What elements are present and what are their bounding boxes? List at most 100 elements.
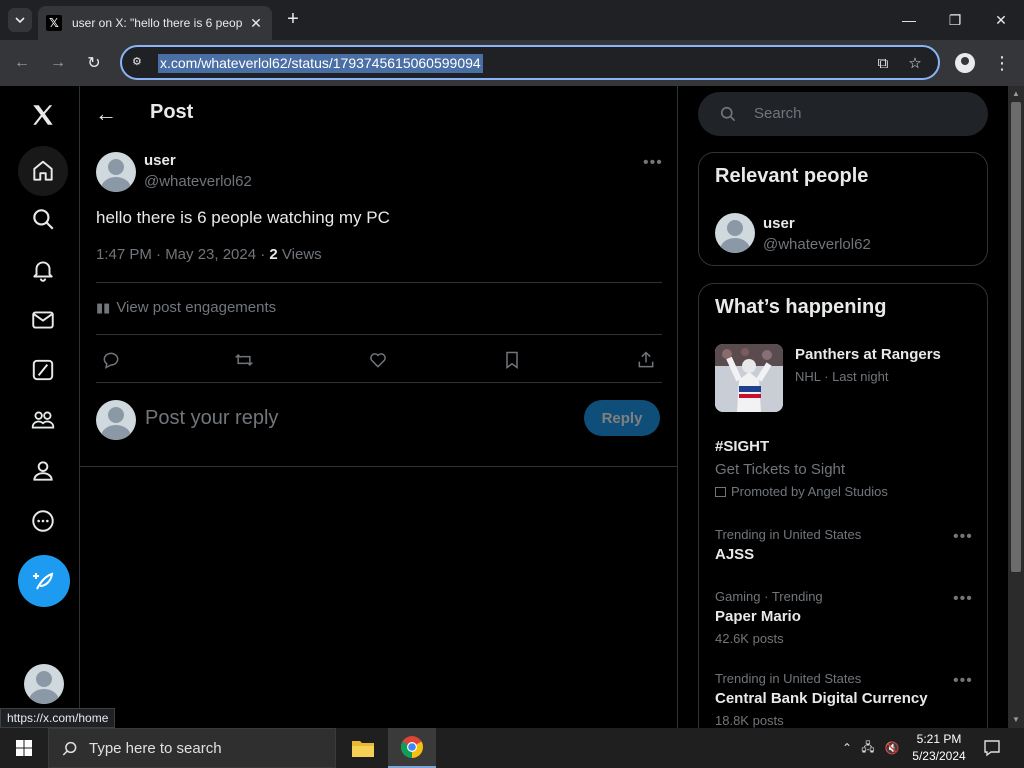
trend-title[interactable]: AJSS	[715, 546, 754, 563]
trend-title[interactable]: Central Bank Digital Currency	[715, 690, 928, 707]
show-hidden-icons[interactable]: ⌃	[838, 741, 856, 755]
browser-tab[interactable]: 𝕏 user on X: "hello there is 6 peop ✕	[38, 6, 272, 40]
scrollbar-thumb[interactable]	[1011, 102, 1021, 572]
page-scrollbar[interactable]: ▲ ▼	[1008, 86, 1024, 728]
chrome-icon	[401, 736, 423, 758]
search-box[interactable]: Search	[698, 92, 988, 136]
address-bar[interactable]: ⚙ x.com/whateverlol62/status/17937456150…	[120, 45, 940, 80]
file-explorer-button[interactable]	[339, 728, 387, 768]
author-name[interactable]: user	[144, 152, 176, 169]
nav-more[interactable]	[18, 496, 68, 546]
share-action[interactable]	[634, 348, 658, 372]
engagements-label: View post engagements	[116, 299, 277, 316]
tab-search-button[interactable]	[8, 8, 32, 32]
window-close-button[interactable]: ✕	[978, 0, 1024, 40]
right-sidebar: Search Relevant people user @whateverlol…	[698, 86, 988, 728]
scroll-down-icon[interactable]: ▼	[1008, 712, 1024, 726]
divider	[96, 282, 662, 283]
forward-button[interactable]: →	[46, 51, 70, 75]
clock-time: 5:21 PM	[916, 732, 962, 746]
reload-button[interactable]: ↻	[82, 51, 106, 75]
nav-explore[interactable]	[18, 194, 68, 244]
post-header: ← Post	[80, 86, 678, 142]
view-engagements-link[interactable]: ▮▮ View post engagements	[96, 299, 276, 316]
account-avatar[interactable]	[24, 664, 64, 704]
compose-post-button[interactable]	[18, 555, 70, 607]
reply-input[interactable]: Post your reply	[145, 407, 278, 430]
promoted-by-text: Promoted by Angel Studios	[731, 484, 888, 499]
whats-happening-card: What’s happening Panthers at Rangers NHL…	[698, 283, 988, 728]
reply-button[interactable]: Reply	[584, 400, 660, 436]
author-avatar[interactable]	[96, 152, 136, 192]
repost-icon	[235, 353, 253, 367]
main-column: ← Post user @whateverlol62 ••• hello the…	[79, 86, 678, 728]
post-more-icon[interactable]: •••	[643, 154, 663, 172]
nav-messages[interactable]	[18, 295, 68, 345]
grok-icon	[32, 359, 54, 381]
divider	[96, 334, 662, 335]
promo-title[interactable]: #SIGHT	[715, 438, 769, 455]
x-logo-icon	[33, 105, 53, 125]
trend-title[interactable]: Paper Mario	[715, 608, 801, 625]
trend-more-icon[interactable]: •••	[953, 590, 973, 608]
scroll-up-icon[interactable]: ▲	[1008, 86, 1024, 100]
chrome-taskbar-button[interactable]	[388, 728, 436, 768]
nav-profile[interactable]	[18, 446, 68, 496]
url-text[interactable]: x.com/whateverlol62/status/1793745615060…	[158, 54, 483, 73]
trend-more-icon[interactable]: •••	[953, 528, 973, 546]
back-button[interactable]: ←	[10, 51, 34, 75]
taskbar-search-input[interactable]: Type here to search	[89, 740, 222, 757]
nav-notifications[interactable]	[18, 245, 68, 295]
tab-title: user on X: "hello there is 6 peop	[72, 16, 243, 30]
relevant-person-handle[interactable]: @whateverlol62	[763, 236, 871, 253]
site-settings-icon[interactable]: ⚙	[132, 55, 148, 71]
browser-menu-button[interactable]: ⋮	[990, 51, 1014, 75]
minimize-button[interactable]: —	[886, 0, 932, 40]
taskbar-clock[interactable]: 5:21 PM 5/23/2024	[908, 731, 970, 765]
reply-icon	[103, 352, 119, 369]
repost-action[interactable]	[232, 348, 256, 372]
nav-communities[interactable]	[18, 395, 68, 445]
relevant-person-name[interactable]: user	[763, 215, 795, 232]
featured-trend-title[interactable]: Panthers at Rangers	[795, 346, 941, 363]
bookmark-icon	[506, 351, 518, 369]
tab-close-icon[interactable]: ✕	[248, 15, 264, 31]
nav-home[interactable]	[18, 146, 68, 196]
back-arrow-icon[interactable]: ←	[94, 101, 118, 126]
x-home-logo[interactable]	[18, 90, 68, 140]
trend-more-icon[interactable]: •••	[953, 672, 973, 690]
reply-action[interactable]	[99, 348, 123, 372]
browser-toolbar: ← → ↻ ⚙ x.com/whateverlol62/status/17937…	[0, 40, 1024, 86]
restore-button[interactable]: ❐	[932, 0, 978, 40]
taskbar-search[interactable]: Type here to search	[48, 728, 336, 768]
post-timestamp[interactable]: 1:47 PM · May 23, 2024 ·	[96, 246, 269, 263]
network-icon[interactable]: 🖧	[856, 738, 880, 759]
bookmark-action[interactable]	[500, 348, 524, 372]
trend-post-count: 42.6K posts	[715, 631, 784, 646]
promo-label: Promoted by Angel Studios	[715, 484, 888, 499]
divider	[96, 382, 662, 383]
search-icon	[62, 741, 77, 756]
notification-center-button[interactable]	[980, 728, 1004, 768]
bookmark-star-icon[interactable]: ☆	[906, 54, 924, 72]
x-page: ← Post user @whateverlol62 ••• hello the…	[0, 86, 1008, 728]
like-action[interactable]	[366, 348, 390, 372]
clock-date: 5/23/2024	[912, 749, 966, 763]
person-icon	[33, 461, 53, 481]
profile-button[interactable]	[953, 51, 977, 75]
author-handle[interactable]: @whateverlol62	[144, 173, 252, 190]
promoted-icon	[715, 487, 726, 497]
link-status-bubble: https://x.com/home	[0, 708, 116, 728]
volume-muted-icon[interactable]: 🔇	[880, 741, 904, 755]
views-label: Views	[277, 246, 322, 263]
start-button[interactable]	[0, 728, 48, 768]
views-count: 2	[269, 246, 278, 263]
nav-grok[interactable]	[18, 345, 68, 395]
more-circle-icon	[32, 510, 54, 532]
search-input[interactable]: Search	[754, 105, 802, 122]
install-app-icon[interactable]: ⧉	[874, 54, 892, 72]
heart-icon	[370, 353, 386, 368]
relevant-person-avatar[interactable]	[715, 213, 755, 253]
new-tab-button[interactable]: +	[282, 8, 304, 30]
trend-thumbnail[interactable]	[715, 344, 783, 412]
